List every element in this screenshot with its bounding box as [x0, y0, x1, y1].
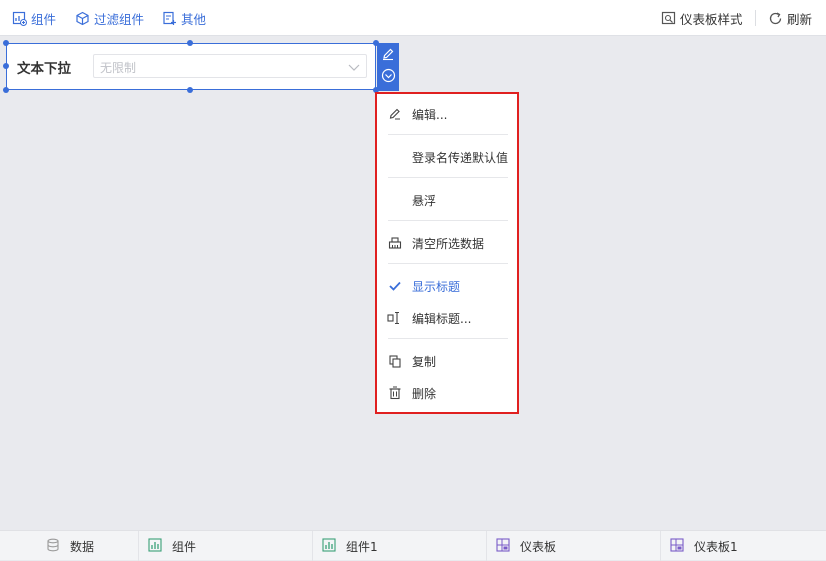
text-cursor-icon [387, 310, 403, 326]
tab-dashboard-1[interactable]: 仪表板1 [670, 531, 738, 561]
database-icon [46, 538, 60, 555]
filter-component-button[interactable]: 过滤组件 [75, 0, 144, 36]
check-icon [387, 278, 403, 294]
dashboard-icon [670, 537, 684, 555]
refresh-icon [768, 11, 783, 26]
filter-component-label: 过滤组件 [94, 11, 145, 27]
text-dropdown-widget[interactable]: 文本下拉 无限制 [6, 43, 376, 90]
refresh-label: 刷新 [787, 11, 813, 27]
menu-divider [388, 263, 508, 264]
menu-item-edit-title[interactable]: 编辑标题... [377, 305, 517, 331]
tab-label: 数据 [70, 539, 95, 554]
menu-item-label: 编辑... [412, 108, 448, 122]
dashboard-icon [496, 537, 510, 555]
cube-icon [75, 11, 90, 26]
menu-item-label: 删除 [412, 387, 437, 401]
other-button[interactable]: 其他 [162, 0, 206, 36]
widget-select[interactable]: 无限制 [93, 54, 367, 78]
chevron-circle-down-icon [381, 69, 396, 87]
menu-item-float[interactable]: 悬浮 [377, 187, 517, 213]
tab-divider [312, 531, 313, 561]
menu-item-edit[interactable]: 编辑... [377, 101, 517, 127]
menu-divider [388, 134, 508, 135]
menu-item-copy[interactable]: 复制 [377, 348, 517, 374]
doc-add-icon [162, 11, 177, 26]
tab-label: 组件 [172, 539, 197, 554]
resize-handle[interactable] [187, 40, 193, 46]
chart-add-icon [12, 11, 27, 26]
pencil-icon [387, 106, 403, 122]
tab-divider [138, 531, 139, 561]
eraser-icon [387, 235, 403, 251]
menu-item-label: 悬浮 [412, 194, 437, 208]
tab-component[interactable]: 组件 [148, 531, 196, 561]
chevron-down-icon [347, 60, 361, 78]
tab-divider [660, 531, 661, 561]
resize-handle[interactable] [3, 40, 9, 46]
widget-context-menu: 编辑... 登录名传递默认值 悬浮 清空所选数据 显示标题 编辑标题... 复制 [375, 92, 519, 414]
edit-widget-button[interactable] [381, 47, 395, 65]
resize-handle[interactable] [3, 87, 9, 93]
select-placeholder: 无限制 [100, 61, 137, 75]
menu-item-delete[interactable]: 删除 [377, 380, 517, 406]
widget-side-tools [377, 43, 399, 91]
menu-divider [388, 220, 508, 221]
menu-item-label: 显示标题 [412, 280, 461, 294]
trash-icon [387, 385, 403, 401]
tab-divider [486, 531, 487, 561]
menu-divider [388, 338, 508, 339]
widget-title: 文本下拉 [17, 61, 71, 77]
toolbar-divider [755, 10, 756, 26]
menu-item-clear-selection[interactable]: 清空所选数据 [377, 230, 517, 256]
tab-label: 仪表板1 [694, 539, 738, 554]
tab-label: 仪表板 [520, 539, 557, 554]
menu-item-label: 登录名传递默认值 [412, 151, 509, 165]
resize-handle[interactable] [187, 87, 193, 93]
menu-item-label: 编辑标题... [412, 312, 472, 326]
tab-data[interactable]: 数据 [46, 531, 94, 561]
add-component-button[interactable]: 组件 [12, 0, 56, 36]
menu-item-label: 清空所选数据 [412, 237, 485, 251]
tab-label: 组件1 [346, 539, 378, 554]
widget-menu-toggle[interactable] [381, 68, 396, 87]
add-component-label: 组件 [31, 11, 57, 27]
menu-divider [388, 177, 508, 178]
tab-dashboard[interactable]: 仪表板 [496, 531, 556, 561]
dashboard-style-label: 仪表板样式 [680, 11, 743, 27]
bar-chart-icon [148, 537, 162, 555]
bar-chart-icon [322, 537, 336, 555]
top-toolbar: 组件 过滤组件 其他 仪表板样式 刷新 [0, 0, 826, 36]
refresh-button[interactable]: 刷新 [768, 0, 812, 36]
tab-component-1[interactable]: 组件1 [322, 531, 378, 561]
dashboard-style-button[interactable]: 仪表板样式 [661, 0, 743, 36]
resize-handle[interactable] [3, 63, 9, 69]
style-icon [661, 11, 676, 26]
pencil-icon [381, 48, 395, 65]
menu-item-show-title[interactable]: 显示标题 [377, 273, 517, 299]
other-label: 其他 [181, 11, 207, 27]
copy-icon [387, 353, 403, 369]
menu-item-login-default[interactable]: 登录名传递默认值 [377, 144, 517, 170]
menu-item-label: 复制 [412, 355, 437, 369]
bottom-tab-bar: 数据 组件 组件1 仪表板 仪表板1 [0, 530, 826, 561]
